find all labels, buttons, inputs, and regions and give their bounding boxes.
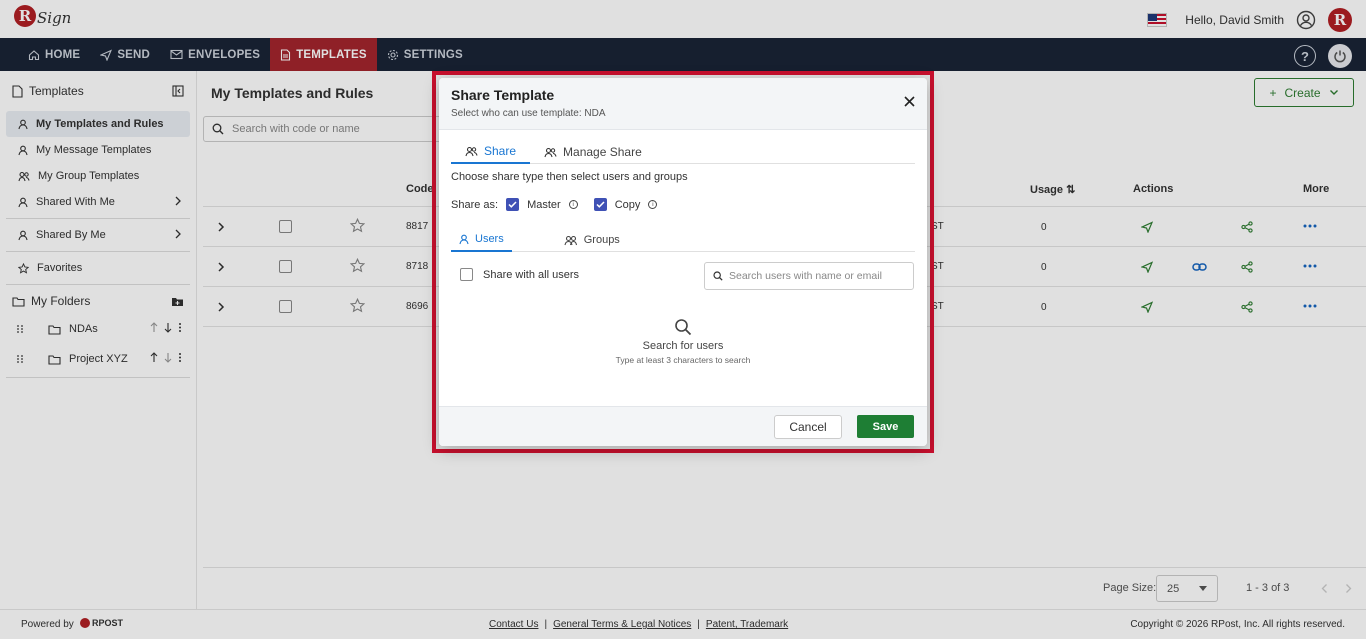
share-with-all-row: Share with all users <box>460 268 579 281</box>
empty-title: Search for users <box>642 340 724 352</box>
user-search-placeholder: Search users with name or email <box>729 270 882 282</box>
dialog-title: Share Template <box>451 87 555 103</box>
save-button[interactable]: Save <box>857 415 914 438</box>
users-icon <box>465 146 478 156</box>
tab-groups[interactable]: Groups <box>560 228 624 252</box>
share-all-checkbox[interactable] <box>460 268 473 281</box>
cancel-button[interactable]: Cancel <box>774 415 842 439</box>
user-icon <box>459 234 469 244</box>
tab-manage-share[interactable]: Manage Share <box>530 140 656 164</box>
share-all-label: Share with all users <box>483 268 579 281</box>
search-icon <box>675 319 692 336</box>
copy-label: Copy <box>614 198 641 211</box>
tab-share[interactable]: Share <box>451 140 531 164</box>
tab-groups-label: Groups <box>583 234 620 246</box>
users-icon <box>544 147 557 157</box>
share-as-row: Share as: Master i Copy i <box>451 198 658 211</box>
tab-manage-share-label: Manage Share <box>563 145 642 159</box>
dialog-subtitle: Select who can use template: NDA <box>451 108 606 119</box>
tab-users[interactable]: Users <box>451 228 512 252</box>
share-instruction: Choose share type then select users and … <box>451 171 688 183</box>
users-icon <box>564 235 577 245</box>
share-as-label: Share as: <box>451 198 499 211</box>
dialog-footer: Cancel Save <box>439 406 927 446</box>
recipient-type-tabs: Users Groups <box>451 228 915 252</box>
empty-state: Search for users Type at least 3 charact… <box>439 318 927 365</box>
master-label: Master <box>527 198 561 211</box>
dialog-header: Share Template Select who can use templa… <box>439 78 927 130</box>
share-template-dialog: Share Template Select who can use templa… <box>439 78 927 446</box>
user-search-input[interactable]: Search users with name or email <box>704 262 914 290</box>
info-icon[interactable]: i <box>568 200 578 209</box>
master-checkbox[interactable] <box>506 198 520 211</box>
empty-hint: Type at least 3 characters to search <box>615 355 751 365</box>
close-icon[interactable] <box>904 96 915 107</box>
info-icon[interactable]: i <box>648 200 658 209</box>
search-icon <box>713 271 723 281</box>
share-tabs: Share Manage Share <box>451 140 915 164</box>
copy-checkbox[interactable] <box>593 198 607 211</box>
tab-users-label: Users <box>475 233 504 245</box>
tab-share-label: Share <box>484 144 517 158</box>
